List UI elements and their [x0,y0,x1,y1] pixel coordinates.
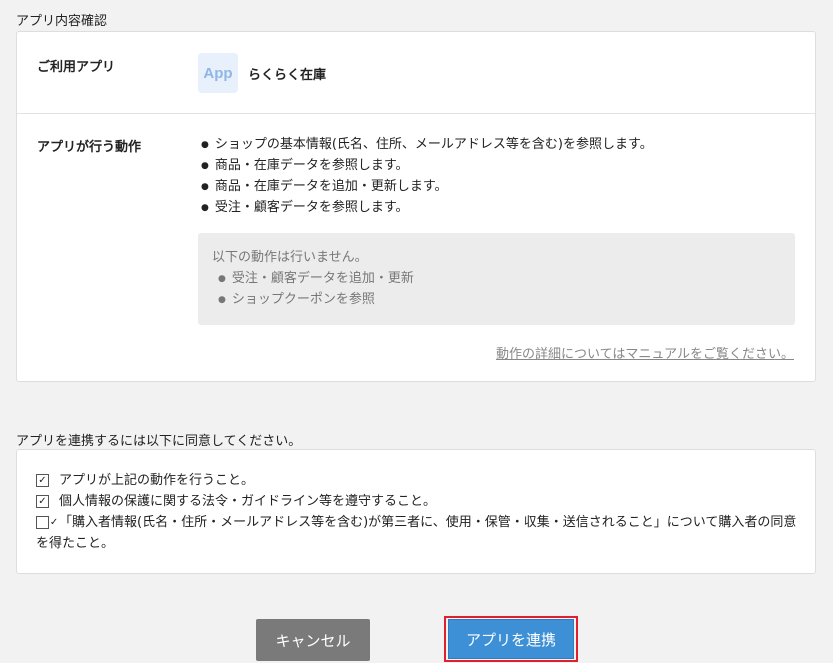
app-row: ご利用アプリ App らくらく在庫 [17,32,815,114]
connect-button-highlight: アプリを連携 [444,616,578,662]
not-performed-item: 受注・顧客データを追加・更新 [218,269,795,290]
agreement-item: ✓ アプリが上記の動作を行うこと。 [36,470,797,491]
agreement-card: ✓ アプリが上記の動作を行うこと。 ✓ 個人情報の保護に関する法令・ガイドライン… [16,449,816,574]
agreement-checkbox[interactable]: ✓ [36,495,49,508]
agreement-item: ✓ 個人情報の保護に関する法令・ガイドライン等を遵守すること。 [36,491,797,512]
action-item: 商品・在庫データを参照します。 [201,156,653,177]
not-performed-box: 以下の動作は行いません。 受注・顧客データを追加・更新 ショップクーポンを参照 [198,233,795,325]
app-icon: App [198,53,238,93]
action-item: ショップの基本情報(氏名、住所、メールアドレス等を含む)を参照します。 [201,135,653,156]
app-info-card: ご利用アプリ App らくらく在庫 アプリが行う動作 ショップの基本情報(氏名、… [16,31,816,382]
app-label: ご利用アプリ [37,60,116,75]
actions-list: ショップの基本情報(氏名、住所、メールアドレス等を含む)を参照します。 商品・在… [201,135,653,219]
action-item: 受注・顧客データを参照します。 [201,198,653,219]
actions-label: アプリが行う動作 [37,140,142,155]
agreement-item: ✓ 「購入者情報(氏名・住所・メールアドレス等を含む)が第三者に、使用・保管・収… [36,512,797,554]
connect-app-button[interactable]: アプリを連携 [448,619,574,659]
cancel-button[interactable]: キャンセル [256,619,370,661]
app-name: らくらく在庫 [248,68,327,83]
page-title: アプリ内容確認 [16,14,108,29]
agreement-text: 「購入者情報(氏名・住所・メールアドレス等を含む)が第三者に、使用・保管・収集・… [36,515,797,551]
action-item: 商品・在庫データを追加・更新します。 [201,177,653,198]
agreement-checkbox[interactable]: ✓ [36,474,49,487]
not-performed-list: 受注・顧客データを追加・更新 ショップクーポンを参照 [212,269,795,311]
manual-link[interactable]: 動作の詳細についてはマニュアルをご覧ください。 [496,343,794,362]
agreement-text: アプリが上記の動作を行うこと。 [59,473,255,488]
agreement-text: 個人情報の保護に関する法令・ガイドライン等を遵守すること。 [59,494,437,509]
not-performed-item: ショップクーポンを参照 [218,290,795,311]
agreement-checkbox[interactable]: ✓ [36,516,58,529]
agreement-title: アプリを連携するには以下に同意してください。 [16,434,302,449]
not-performed-title: 以下の動作は行いません。 [212,250,368,265]
